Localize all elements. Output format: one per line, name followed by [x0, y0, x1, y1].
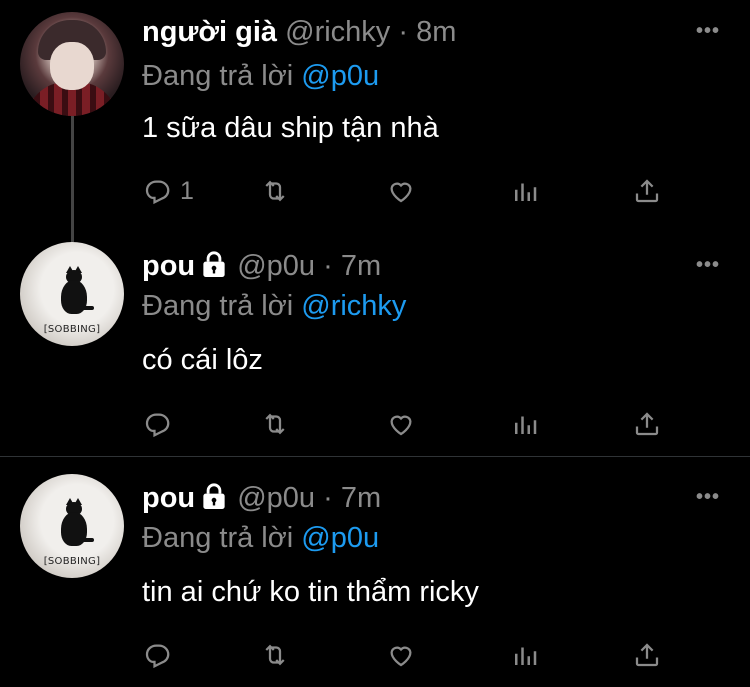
- like-icon: [390, 415, 412, 436]
- mention-link[interactable]: @p0u: [301, 60, 379, 92]
- display-name[interactable]: pou: [142, 482, 195, 514]
- timestamp[interactable]: 7m: [341, 482, 381, 514]
- tweet-text: 1 sữa dâu ship tận nhà: [142, 112, 439, 144]
- avatar-caption: [SOBBING]: [43, 556, 101, 567]
- reply-icon: [145, 180, 170, 205]
- like-icon: [390, 646, 412, 667]
- more-icon[interactable]: •••: [696, 20, 720, 43]
- retweet-button[interactable]: [260, 176, 290, 206]
- share-button[interactable]: [632, 640, 662, 670]
- mention-link[interactable]: @richky: [301, 290, 406, 322]
- stats-icon: [515, 183, 537, 201]
- avatar[interactable]: [20, 12, 124, 116]
- handle[interactable]: @p0u: [237, 250, 315, 282]
- reply-context: Đang trả lời @p0u: [142, 58, 379, 94]
- thread-line: [71, 116, 74, 242]
- action-bar: [142, 640, 662, 670]
- handle[interactable]: @richky: [285, 16, 390, 48]
- retweet-button[interactable]: [260, 640, 290, 670]
- share-icon: [635, 643, 659, 667]
- tweet-text: có cái lôz: [142, 344, 263, 376]
- like-button[interactable]: [386, 176, 416, 206]
- share-icon: [635, 179, 659, 203]
- like-icon: [390, 182, 412, 203]
- reply-prefix: Đang trả lời: [142, 290, 294, 322]
- divider: [0, 456, 750, 457]
- more-icon[interactable]: •••: [696, 486, 720, 509]
- action-bar: [142, 409, 662, 439]
- lock-icon: [203, 483, 225, 509]
- separator-dot: ·: [323, 482, 333, 514]
- reply-context: Đang trả lời @richky: [142, 288, 406, 324]
- reply-button[interactable]: [142, 409, 172, 439]
- retweet-icon: [265, 413, 285, 435]
- reply-prefix: Đang trả lời: [142, 522, 294, 554]
- reply-icon: [145, 644, 170, 669]
- reply-icon: [145, 413, 170, 438]
- avatar[interactable]: [SOBBING]: [20, 242, 124, 346]
- stats-button[interactable]: [510, 176, 540, 206]
- separator-dot: ·: [398, 16, 409, 48]
- retweet-icon: [265, 180, 285, 202]
- handle[interactable]: @p0u: [237, 482, 315, 514]
- retweet-button[interactable]: [260, 409, 290, 439]
- separator-dot: ·: [323, 250, 333, 282]
- timestamp[interactable]: 7m: [341, 250, 381, 282]
- stats-icon: [515, 416, 537, 434]
- reply-context: Đang trả lời @p0u: [142, 520, 379, 556]
- tweet-3[interactable]: [SOBBING] pou @p0u · 7m ••• Đang trả lời…: [0, 460, 750, 687]
- share-button[interactable]: [632, 176, 662, 206]
- tweet-2[interactable]: [SOBBING] pou @p0u · 7m ••• Đang trả lời…: [0, 230, 750, 456]
- reply-prefix: Đang trả lời: [142, 60, 294, 92]
- avatar[interactable]: [SOBBING]: [20, 474, 124, 578]
- tweet-text: tin ai chứ ko tin thẩm ricky: [142, 576, 479, 608]
- more-icon[interactable]: •••: [696, 254, 720, 277]
- action-bar: 1: [142, 176, 662, 206]
- share-icon: [635, 412, 659, 436]
- tweet-1[interactable]: người già @richky · 8m ••• Đang trả lời …: [0, 0, 750, 230]
- reply-button[interactable]: 1: [142, 176, 194, 206]
- avatar-caption: [SOBBING]: [43, 324, 101, 335]
- share-button[interactable]: [632, 409, 662, 439]
- stats-button[interactable]: [510, 640, 540, 670]
- like-button[interactable]: [386, 640, 416, 670]
- display-name[interactable]: pou: [142, 250, 195, 282]
- reply-count: 1: [180, 176, 194, 205]
- reply-button[interactable]: [142, 640, 172, 670]
- stats-button[interactable]: [510, 409, 540, 439]
- stats-icon: [515, 647, 537, 665]
- timestamp[interactable]: 8m: [416, 16, 456, 48]
- like-button[interactable]: [386, 409, 416, 439]
- lock-icon: [203, 251, 225, 277]
- mention-link[interactable]: @p0u: [301, 522, 379, 554]
- display-name[interactable]: người già: [142, 16, 277, 48]
- retweet-icon: [265, 644, 285, 666]
